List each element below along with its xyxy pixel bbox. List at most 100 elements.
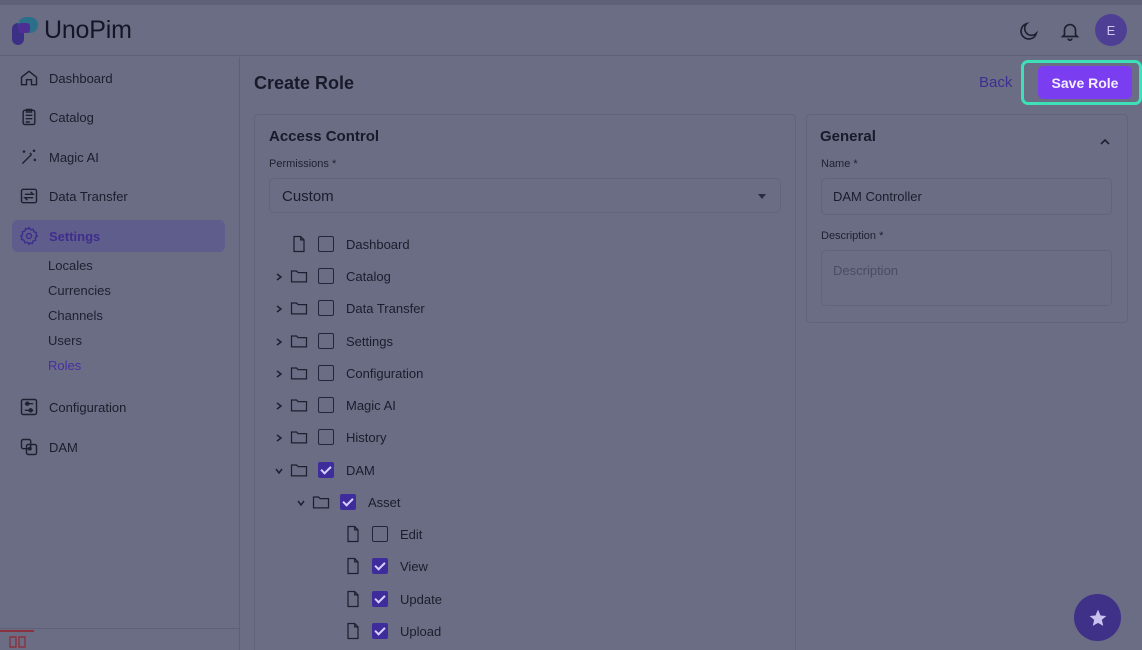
tree-row: View (343, 555, 428, 577)
permission-label: DAM (346, 462, 375, 478)
permission-checkbox[interactable] (372, 558, 388, 574)
magic-wand-icon (21, 149, 37, 165)
chevron-right-icon[interactable] (274, 272, 284, 282)
sidebar-sub-users[interactable]: Users (48, 333, 82, 348)
user-avatar[interactable]: E (1095, 14, 1127, 46)
tree-row: Asset (311, 491, 401, 513)
permissions-value: Custom (282, 188, 334, 205)
permission-checkbox[interactable] (318, 397, 334, 413)
gear-icon (19, 226, 39, 246)
sidebar-sub-channels[interactable]: Channels (48, 308, 103, 323)
tree-row: Edit (343, 523, 422, 545)
sidebar-item-label: Data Transfer (49, 188, 128, 204)
chevron-down-icon[interactable] (274, 466, 284, 476)
app-logo[interactable]: UnoPim (12, 16, 132, 45)
dam-icon (20, 438, 38, 456)
access-control-title: Access Control (269, 128, 380, 145)
tree-row: Configuration (289, 362, 423, 384)
tree-row: Settings (289, 330, 393, 352)
chevron-right-icon[interactable] (274, 304, 284, 314)
permission-checkbox[interactable] (340, 494, 356, 510)
permission-label: Upload (400, 623, 442, 639)
chevron-down-icon[interactable] (296, 498, 306, 508)
permission-checkbox[interactable] (372, 623, 388, 639)
save-role-button[interactable]: Save Role (1038, 66, 1132, 99)
permission-label: Edit (400, 526, 423, 542)
bell-icon[interactable] (1059, 20, 1081, 42)
unopim-logo-icon (12, 16, 38, 45)
chevron-right-icon[interactable] (274, 433, 284, 443)
chevron-right-icon[interactable] (274, 337, 284, 347)
description-textarea[interactable]: Description (821, 250, 1112, 306)
permission-label: View (400, 558, 428, 574)
sidebar-sub-currencies[interactable]: Currencies (48, 283, 111, 298)
folder-icon (290, 302, 308, 315)
chevron-right-icon[interactable] (274, 369, 284, 379)
tree-row: DAM (289, 459, 375, 481)
permission-checkbox[interactable] (372, 526, 388, 542)
description-label: Description * (821, 230, 884, 242)
permission-label: Catalog (346, 268, 391, 284)
sidebar: Dashboard Catalog Magic AI Data Transfer… (0, 57, 240, 650)
sidebar-item-label: DAM (49, 439, 78, 455)
favorite-fab-button[interactable] (1074, 594, 1121, 641)
sliders-icon (20, 398, 38, 416)
sidebar-item-dashboard[interactable]: Dashboard (12, 62, 225, 94)
chevron-right-icon[interactable] (274, 401, 284, 411)
permission-checkbox[interactable] (318, 365, 334, 381)
sidebar-item-catalog[interactable]: Catalog (12, 101, 225, 133)
sidebar-item-label: Catalog (49, 109, 94, 125)
file-icon (347, 590, 359, 608)
sidebar-sub-locales[interactable]: Locales (48, 258, 93, 273)
tree-row: Data Transfer (289, 297, 425, 319)
permission-label: Magic AI (346, 397, 396, 413)
tree-row: Upload (343, 620, 441, 642)
tree-row: Update (343, 588, 442, 610)
back-link[interactable]: Back (979, 74, 1012, 91)
tree-row: Magic AI (289, 394, 396, 416)
collapse-sidebar-icon[interactable] (0, 630, 34, 650)
sidebar-item-label: Settings (49, 228, 101, 244)
sidebar-item-label: Dashboard (49, 70, 113, 86)
sidebar-item-label: Magic AI (49, 149, 99, 165)
permission-checkbox[interactable] (372, 591, 388, 607)
folder-icon (312, 496, 330, 509)
permission-checkbox[interactable] (318, 236, 334, 252)
name-label: Name * (821, 158, 858, 170)
chevron-down-icon (758, 194, 766, 199)
sidebar-item-data-transfer[interactable]: Data Transfer (12, 180, 225, 212)
file-icon (347, 622, 359, 640)
permission-label: Data Transfer (346, 300, 425, 316)
permissions-label: Permissions * (269, 158, 337, 170)
permission-checkbox[interactable] (318, 462, 334, 478)
permission-label: Dashboard (346, 236, 410, 252)
file-icon (347, 525, 359, 543)
name-input[interactable]: DAM Controller (821, 178, 1112, 215)
permission-checkbox[interactable] (318, 268, 334, 284)
permission-label: Configuration (346, 365, 424, 381)
moon-icon[interactable] (1018, 20, 1040, 42)
permission-checkbox[interactable] (318, 429, 334, 445)
file-icon (347, 557, 359, 575)
top-header: UnoPim E (0, 5, 1142, 56)
sidebar-item-configuration[interactable]: Configuration (12, 391, 225, 423)
page-title: Create Role (254, 73, 355, 93)
folder-icon (290, 399, 308, 412)
permission-label: Settings (346, 333, 393, 349)
sidebar-sub-roles[interactable]: Roles (48, 358, 81, 373)
sidebar-item-magic-ai[interactable]: Magic AI (12, 141, 225, 173)
tree-row: Catalog (289, 265, 391, 287)
permission-checkbox[interactable] (318, 300, 334, 316)
sidebar-item-dam[interactable]: DAM (12, 431, 225, 463)
permissions-select[interactable]: Custom (269, 178, 781, 213)
sidebar-item-label: Configuration (49, 399, 127, 415)
permission-checkbox[interactable] (318, 333, 334, 349)
permission-label: Update (400, 591, 442, 607)
tree-row: History (289, 426, 386, 448)
chevron-up-icon[interactable] (1100, 133, 1110, 151)
folder-icon (290, 464, 308, 477)
sidebar-item-settings[interactable]: Settings (12, 220, 225, 252)
sidebar-footer (0, 628, 240, 650)
folder-icon (290, 431, 308, 444)
permission-label: History (346, 429, 387, 445)
